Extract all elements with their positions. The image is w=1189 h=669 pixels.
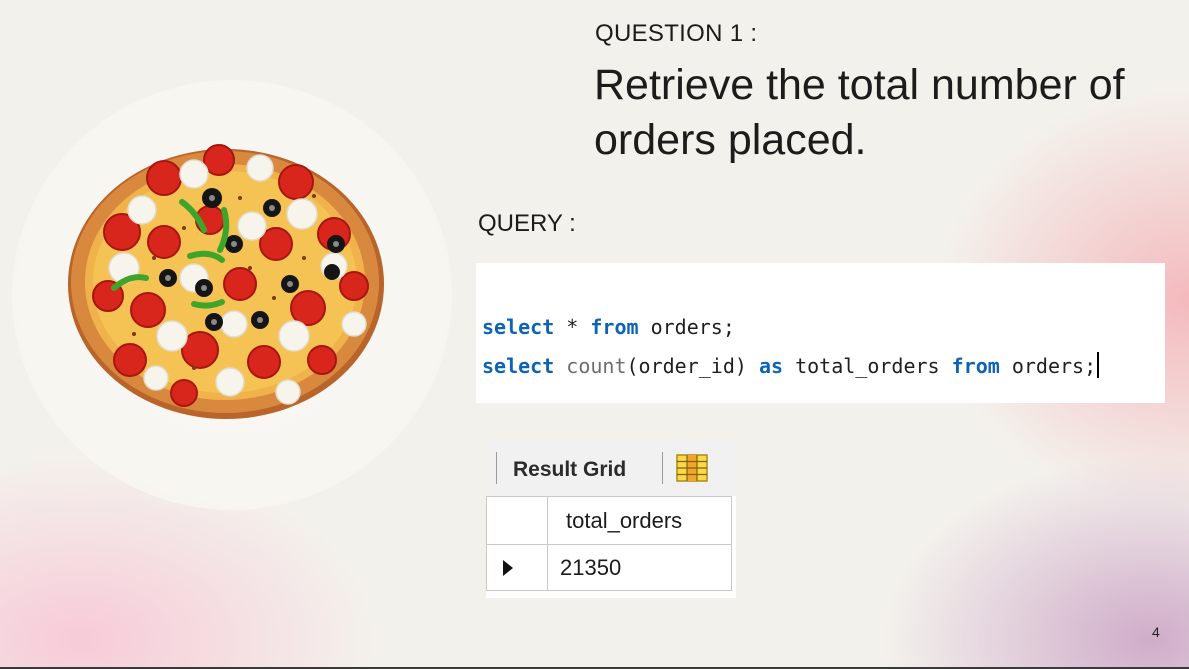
grid-view-icon[interactable] (676, 454, 708, 487)
sql-token: (order_id) (626, 354, 759, 378)
question-number: QUESTION 1 : (595, 20, 758, 47)
result-grid-toolbar: Result Grid (486, 440, 736, 496)
sql-token: select (482, 315, 555, 339)
result-grid-tab[interactable]: Result Grid (513, 458, 626, 482)
toolbar-separator (662, 452, 663, 484)
sql-token: total_orders (783, 354, 952, 378)
sql-token: from (590, 315, 639, 339)
sql-token: count (566, 354, 627, 378)
sql-token: * (554, 315, 591, 339)
sql-token: from (951, 354, 1000, 378)
slide: QUESTION 1 : Retrieve the total number o… (0, 0, 1189, 667)
question-text: Retrieve the total number of orders plac… (594, 61, 1125, 164)
table-row[interactable]: 21350 (486, 544, 732, 591)
page-number: 4 (1152, 624, 1160, 640)
sql-token: orders; (999, 354, 1097, 378)
sql-token: orders; (638, 315, 735, 339)
sql-token: select (482, 354, 555, 378)
sql-code-block: select * from orders; select count(order… (476, 263, 1165, 403)
cell-total-orders[interactable]: 21350 (547, 544, 732, 591)
query-label: QUERY : (478, 210, 576, 237)
column-header-total-orders[interactable]: total_orders (547, 496, 732, 545)
sql-line-1: select * from orders; (482, 315, 735, 339)
row-pointer-icon (503, 559, 513, 576)
pizza-image (64, 138, 386, 422)
sql-token: as (758, 354, 784, 378)
result-table: total_orders 21350 (486, 496, 732, 591)
row-selector[interactable] (486, 544, 548, 591)
toolbar-separator (496, 452, 497, 484)
row-header-corner (486, 496, 548, 545)
text-cursor (1097, 352, 1100, 378)
table-header-row: total_orders (486, 496, 732, 545)
result-grid-panel: Result Grid total_orders 21350 (486, 440, 736, 598)
sql-line-2: select count(order_id) as total_orders f… (482, 352, 1100, 378)
